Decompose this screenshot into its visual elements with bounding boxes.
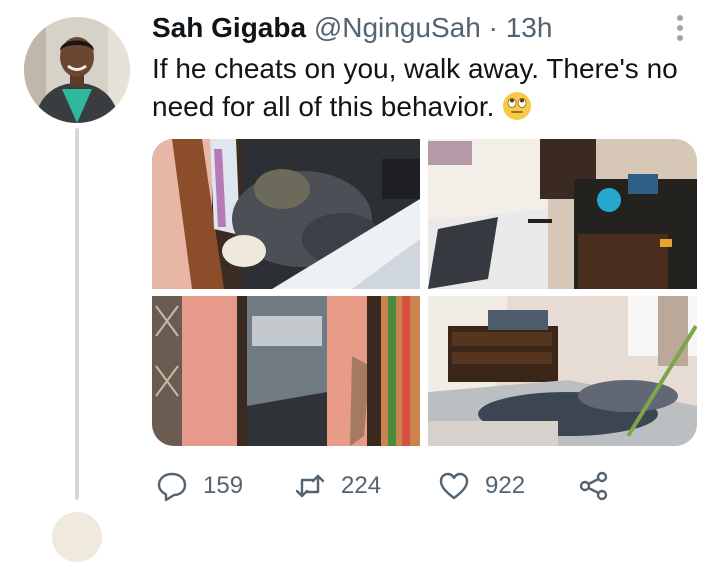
tweet-text: If he cheats on you, walk away. There's … [152,53,678,122]
author-name[interactable]: Sah Gigaba [152,12,306,43]
media-photo-1[interactable] [152,139,420,289]
trashed-bedroom-image [428,296,697,446]
share-button[interactable] [578,466,610,506]
rolling-eyes-emoji-icon [502,91,532,121]
reply-icon [156,470,188,502]
thread-connector-line [75,128,79,500]
tweet-body: If he cheats on you, walk away. There's … [152,50,700,126]
reply-button[interactable]: 159 [156,466,243,506]
tweet-media-grid[interactable] [152,139,697,446]
heart-icon [438,470,470,502]
media-photo-2[interactable] [428,139,697,289]
more-options-icon[interactable] [664,12,696,44]
tweet-header: Sah Gigaba @NginguSah · 13h [152,10,552,46]
author-handle[interactable]: @NginguSah [314,12,481,43]
tweet-timestamp[interactable]: 13h [506,12,553,43]
avatar-photo [24,17,130,123]
broken-furniture-image [428,139,697,289]
damaged-door-image [152,296,420,446]
like-button[interactable]: 922 [438,466,525,506]
reply-count: 159 [203,472,244,499]
media-photo-4[interactable] [428,296,697,446]
next-tweet-avatar[interactable] [52,512,102,562]
like-count: 922 [485,472,526,499]
media-photo-3[interactable] [152,296,420,446]
author-avatar[interactable] [24,17,130,123]
messy-wardrobe-image [152,139,420,289]
retweet-icon [294,470,326,502]
header-separator: · [488,12,498,43]
retweet-button[interactable]: 224 [294,466,381,506]
share-icon [578,470,610,502]
retweet-count: 224 [341,472,382,499]
tweet-action-bar: 159 224 922 [152,466,712,506]
